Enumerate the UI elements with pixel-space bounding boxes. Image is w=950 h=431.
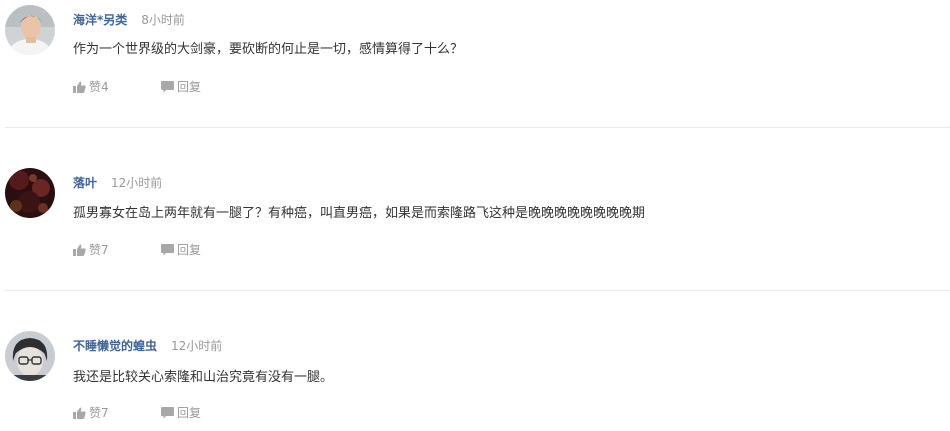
avatar[interactable] (5, 168, 55, 218)
comment-meta: 落叶 12小时前 (73, 174, 162, 192)
like-count: 赞7 (89, 406, 109, 420)
comment-actions: 赞7 回复 (73, 242, 201, 258)
comment-text: 我还是比较关心索隆和山治究竟有没有一腿。 (73, 370, 334, 385)
comment-meta: 不睡懒觉的蝗虫 12小时前 (73, 337, 222, 355)
comment-meta: 海洋*另类 8小时前 (73, 11, 185, 29)
thumbs-up-icon (73, 244, 86, 256)
username[interactable]: 落叶 (73, 176, 97, 190)
reply-label: 回复 (177, 243, 202, 257)
timestamp: 8小时前 (141, 13, 185, 27)
reply-label: 回复 (177, 406, 202, 420)
like-button[interactable]: 赞7 (73, 405, 109, 421)
like-count: 赞4 (89, 80, 109, 94)
reply-label: 回复 (177, 80, 202, 94)
like-button[interactable]: 赞4 (73, 79, 109, 95)
username[interactable]: 不睡懒觉的蝗虫 (73, 339, 157, 353)
username[interactable]: 海洋*另类 (73, 13, 127, 27)
avatar[interactable] (5, 331, 55, 381)
thumbs-up-icon (73, 407, 86, 419)
divider (5, 127, 950, 128)
reply-button[interactable]: 回复 (161, 405, 201, 421)
avatar[interactable] (5, 5, 55, 55)
speech-bubble-icon (161, 81, 174, 93)
divider (5, 290, 950, 291)
like-button[interactable]: 赞7 (73, 242, 109, 258)
reply-button[interactable]: 回复 (161, 79, 201, 95)
comment-actions: 赞4 回复 (73, 79, 201, 95)
timestamp: 12小时前 (111, 176, 163, 190)
timestamp: 12小时前 (171, 339, 223, 353)
like-count: 赞7 (89, 243, 109, 257)
thumbs-up-icon (73, 81, 86, 93)
speech-bubble-icon (161, 407, 174, 419)
reply-button[interactable]: 回复 (161, 242, 201, 258)
speech-bubble-icon (161, 244, 174, 256)
comment-text: 作为一个世界级的大剑豪，要砍断的何止是一切，感情算得了十么？ (73, 42, 464, 57)
comment-actions: 赞7 回复 (73, 405, 201, 421)
comment-text: 孤男寡女在岛上两年就有一腿了？有种癌，叫直男癌，如果是而索隆路飞这种是晚晚晚晚晚… (73, 206, 646, 221)
